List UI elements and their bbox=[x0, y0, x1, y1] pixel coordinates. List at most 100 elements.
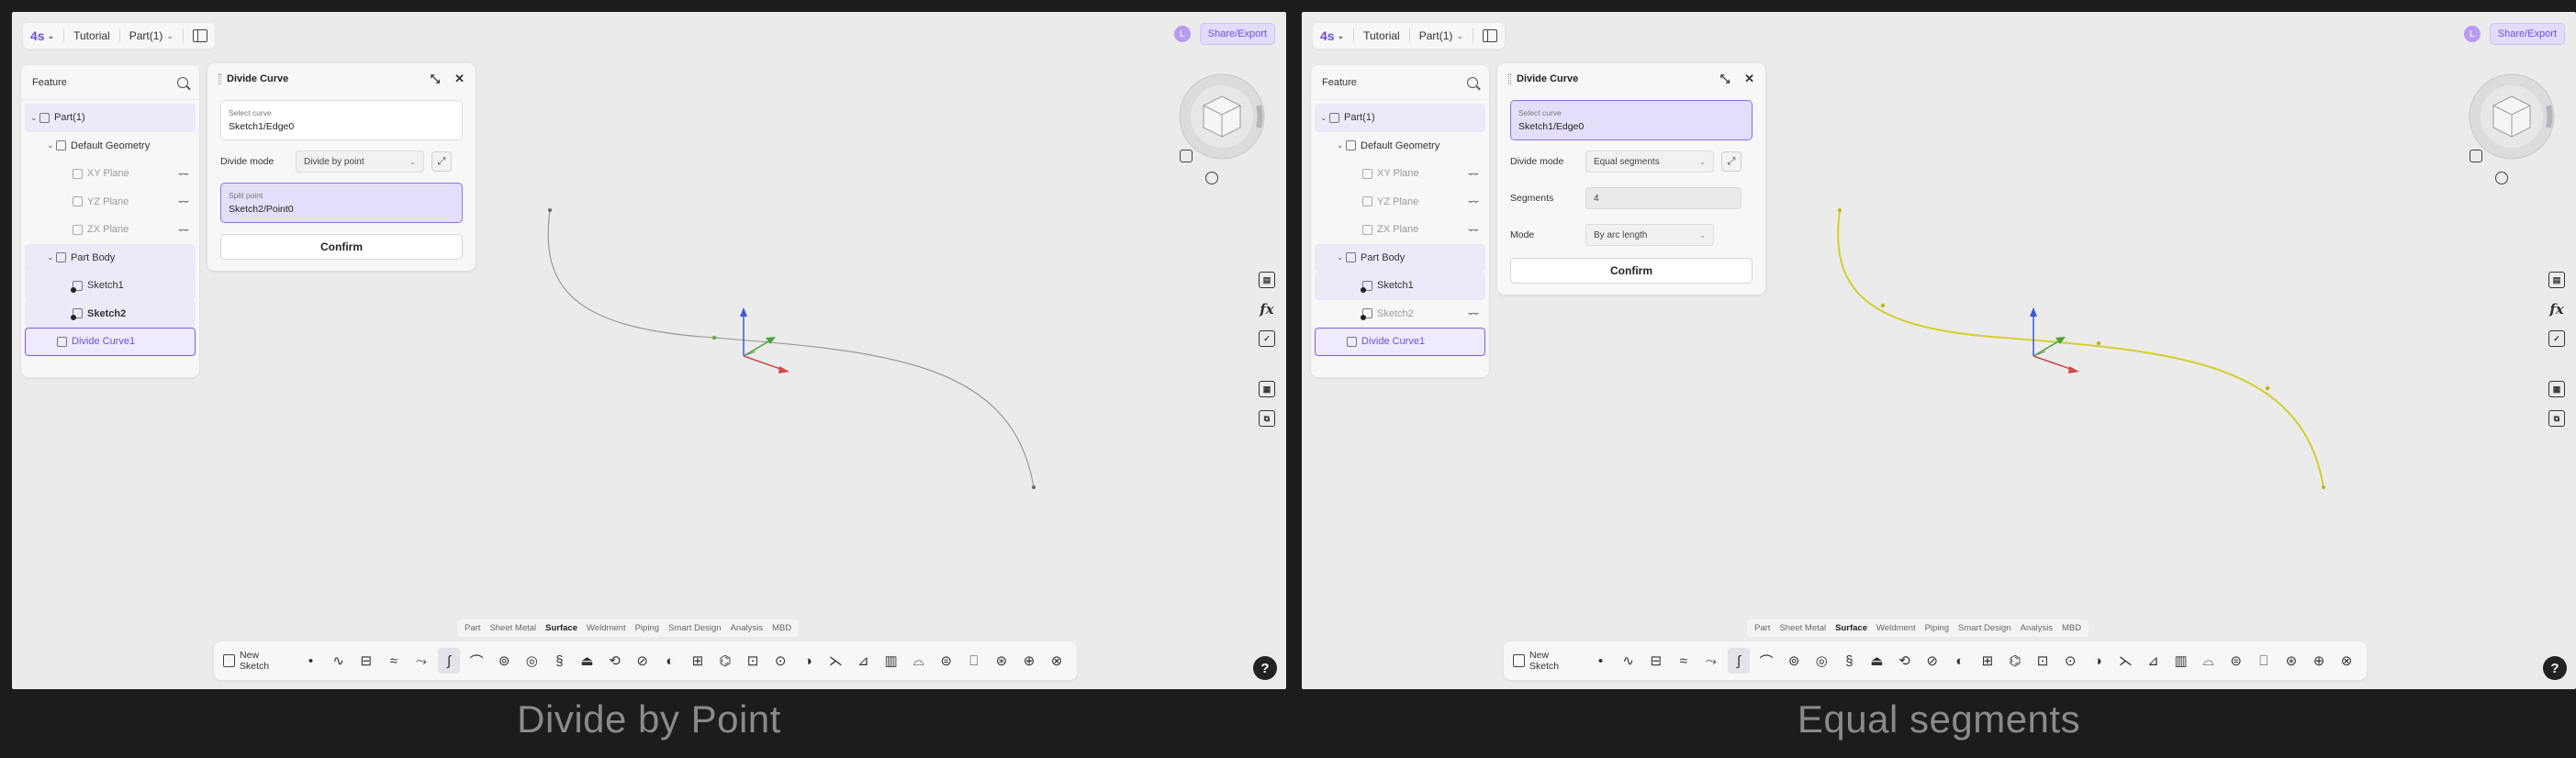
more-tool-icon[interactable]: ⊗ bbox=[1046, 648, 1068, 674]
arc-tool-icon[interactable]: ⌒ bbox=[465, 648, 487, 674]
extrude-tool-icon[interactable]: ⊚ bbox=[1783, 648, 1805, 674]
new-sketch-label: New Sketch bbox=[240, 650, 270, 672]
spline-tool-icon[interactable]: ⊟ bbox=[1645, 648, 1667, 674]
divide-curve-tool-icon[interactable]: ∫ bbox=[437, 648, 461, 674]
point-tool-icon[interactable]: • bbox=[1590, 648, 1612, 674]
viewport-canvas[interactable] bbox=[1302, 12, 2576, 689]
tab-sheet-metal[interactable]: Sheet Metal bbox=[486, 621, 540, 635]
trim-tool-icon[interactable]: ⊞ bbox=[687, 648, 709, 674]
tab-surface[interactable]: Surface bbox=[1831, 621, 1871, 635]
fit-view-icon[interactable] bbox=[1180, 150, 1193, 162]
fill-tool-icon[interactable]: ◐ bbox=[1949, 648, 1971, 674]
extend-tool-icon[interactable]: ⌬ bbox=[2004, 648, 2026, 674]
tab-analysis[interactable]: Analysis bbox=[727, 621, 767, 635]
trim-tool-icon[interactable]: ⊞ bbox=[1977, 648, 1999, 674]
new-sketch-button[interactable]: New Sketch bbox=[223, 650, 287, 672]
curve-endpoint bbox=[2322, 485, 2325, 489]
viewport-canvas[interactable] bbox=[12, 12, 1286, 689]
tab-piping[interactable]: Piping bbox=[632, 621, 663, 635]
curve-tool-icon[interactable]: ∿ bbox=[1618, 648, 1640, 674]
extend-tool-icon[interactable]: ⌬ bbox=[714, 648, 736, 674]
document-icon[interactable]: ▤ bbox=[1259, 272, 1275, 288]
table-icon[interactable]: ▦ bbox=[2548, 381, 2565, 397]
feature-toolbar: New Sketch • ∿ ⊟ ≈ ⤳ ∫ ⌒ ⊚ ◎ § ⏏ ⟲ ⊘ ◐ ⊞ ⌬ ⊡ ⊙ ◑ ⋋ ⊿ ▥ ⌓ ⊜ ⎕ ⊛ ⊕ ⊗ bbox=[214, 641, 1077, 680]
boolean-tool-icon[interactable]: ⎕ bbox=[2253, 648, 2275, 674]
thicken-tool-icon[interactable]: ◑ bbox=[797, 648, 819, 674]
tab-piping[interactable]: Piping bbox=[1921, 621, 1953, 635]
spline-tool-icon[interactable]: ⊟ bbox=[355, 648, 377, 674]
point-tool-icon[interactable]: • bbox=[300, 648, 322, 674]
fit-view-icon[interactable] bbox=[2470, 150, 2482, 162]
tab-weldment[interactable]: Weldment bbox=[583, 621, 630, 635]
tab-part[interactable]: Part bbox=[1751, 621, 1774, 635]
split-tool-icon[interactable]: ⋋ bbox=[824, 648, 846, 674]
rotate-tool-icon[interactable]: ⟲ bbox=[604, 648, 626, 674]
help-button[interactable]: ? bbox=[2543, 656, 2567, 680]
offset-tool-icon[interactable]: ⊘ bbox=[1921, 648, 1943, 674]
draft-tool-icon[interactable]: ⊿ bbox=[852, 648, 874, 674]
wave-tool-icon[interactable]: ≈ bbox=[383, 648, 405, 674]
split-tool-icon[interactable]: ⋋ bbox=[2114, 648, 2136, 674]
boolean-tool-icon[interactable]: ⎕ bbox=[963, 648, 985, 674]
shell-tool-icon[interactable]: ⊙ bbox=[2059, 648, 2081, 674]
tab-smart-design[interactable]: Smart Design bbox=[665, 621, 725, 635]
new-sketch-button[interactable]: New Sketch bbox=[1513, 650, 1577, 672]
offset-tool-icon[interactable]: ⊘ bbox=[632, 648, 654, 674]
checklist-icon[interactable]: ✓ bbox=[2548, 330, 2565, 347]
wave-tool-icon[interactable]: ≈ bbox=[1673, 648, 1695, 674]
tab-part[interactable]: Part bbox=[461, 621, 484, 635]
mirror-tool-icon[interactable]: ⊛ bbox=[991, 648, 1013, 674]
revolve-tool-icon[interactable]: ◎ bbox=[521, 648, 543, 674]
layers-icon[interactable]: ⧉ bbox=[2548, 410, 2565, 427]
face-tool-icon[interactable]: ▥ bbox=[879, 648, 902, 674]
draft-tool-icon[interactable]: ⊿ bbox=[2142, 648, 2164, 674]
view-settings-icon[interactable] bbox=[1205, 172, 1218, 184]
patch-tool-icon[interactable]: ⊡ bbox=[742, 648, 764, 674]
fillet-tool-icon[interactable]: ⌓ bbox=[908, 648, 930, 674]
fill-tool-icon[interactable]: ◐ bbox=[659, 648, 681, 674]
chamfer-tool-icon[interactable]: ⊜ bbox=[935, 648, 958, 674]
trace-tool-icon[interactable]: ⤳ bbox=[410, 648, 432, 674]
more-tool-icon[interactable]: ⊗ bbox=[2335, 648, 2358, 674]
sweep-tool-icon[interactable]: § bbox=[548, 648, 570, 674]
extrude-tool-icon[interactable]: ⊚ bbox=[493, 648, 515, 674]
layers-icon[interactable]: ⧉ bbox=[1259, 410, 1275, 427]
chamfer-tool-icon[interactable]: ⊜ bbox=[2225, 648, 2247, 674]
thicken-tool-icon[interactable]: ◑ bbox=[2087, 648, 2109, 674]
face-tool-icon[interactable]: ▥ bbox=[2169, 648, 2191, 674]
fillet-tool-icon[interactable]: ⌓ bbox=[2198, 648, 2220, 674]
shell-tool-icon[interactable]: ⊙ bbox=[769, 648, 791, 674]
curve-tool-icon[interactable]: ∿ bbox=[328, 648, 350, 674]
tab-weldment[interactable]: Weldment bbox=[1873, 621, 1920, 635]
table-icon[interactable]: ▦ bbox=[1259, 381, 1275, 397]
curve-edge bbox=[547, 209, 1035, 488]
curve-edge bbox=[1837, 209, 2324, 488]
mirror-tool-icon[interactable]: ⊛ bbox=[2280, 648, 2302, 674]
help-button[interactable]: ? bbox=[1253, 656, 1277, 680]
loft-tool-icon[interactable]: ⏏ bbox=[576, 648, 598, 674]
checklist-icon[interactable]: ✓ bbox=[1259, 330, 1275, 347]
patch-tool-icon[interactable]: ⊡ bbox=[2032, 648, 2054, 674]
formula-icon[interactable]: fx bbox=[2548, 301, 2565, 318]
tab-surface[interactable]: Surface bbox=[542, 621, 581, 635]
arc-tool-icon[interactable]: ⌒ bbox=[1755, 648, 1777, 674]
rotate-tool-icon[interactable]: ⟲ bbox=[1894, 648, 1916, 674]
view-settings-icon[interactable] bbox=[2495, 172, 2508, 184]
right-tool-column-2: ▦ ⧉ bbox=[1257, 381, 1277, 427]
tab-sheet-metal[interactable]: Sheet Metal bbox=[1775, 621, 1830, 635]
formula-icon[interactable]: fx bbox=[1259, 301, 1275, 318]
pattern-tool-icon[interactable]: ⊕ bbox=[1018, 648, 1040, 674]
tab-mbd[interactable]: MBD bbox=[2058, 621, 2085, 635]
divide-curve-tool-icon[interactable]: ∫ bbox=[1727, 648, 1751, 674]
tab-mbd[interactable]: MBD bbox=[768, 621, 795, 635]
tab-smart-design[interactable]: Smart Design bbox=[1954, 621, 2015, 635]
tab-analysis[interactable]: Analysis bbox=[2017, 621, 2056, 635]
revolve-tool-icon[interactable]: ◎ bbox=[1810, 648, 1832, 674]
sweep-tool-icon[interactable]: § bbox=[1838, 648, 1860, 674]
pattern-tool-icon[interactable]: ⊕ bbox=[2308, 648, 2330, 674]
trace-tool-icon[interactable]: ⤳ bbox=[1700, 648, 1722, 674]
segment-point bbox=[2096, 340, 2101, 346]
right-tool-column: ▤ fx ✓ bbox=[1257, 272, 1277, 347]
loft-tool-icon[interactable]: ⏏ bbox=[1865, 648, 1887, 674]
document-icon[interactable]: ▤ bbox=[2548, 272, 2565, 288]
